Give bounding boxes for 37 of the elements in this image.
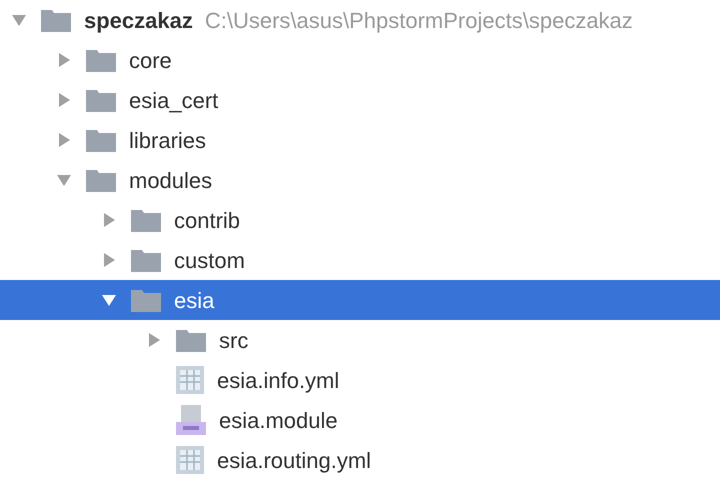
folder-icon <box>85 47 117 73</box>
tree-row[interactable]: esia_cert <box>0 80 720 120</box>
item-name: esia <box>174 286 214 314</box>
tree-row[interactable]: esia.routing.yml <box>0 440 720 480</box>
tree-row[interactable]: modules <box>0 160 720 200</box>
folder-icon <box>40 7 72 33</box>
tree-row[interactable]: libraries <box>0 120 720 160</box>
item-name: src <box>219 326 248 354</box>
item-name: core <box>129 46 172 74</box>
item-name: contrib <box>174 206 240 234</box>
folder-icon <box>130 287 162 313</box>
item-name: esia.module <box>219 406 338 434</box>
php-file-icon <box>175 404 207 436</box>
tree-row[interactable]: src <box>0 320 720 360</box>
folder-icon <box>85 87 117 113</box>
item-name: modules <box>129 166 212 194</box>
item-name: esia.info.yml <box>217 366 340 395</box>
folder-icon <box>85 167 117 193</box>
item-name: esia.routing.yml <box>217 446 372 475</box>
item-name: esia_cert <box>129 86 218 114</box>
folder-icon <box>85 127 117 153</box>
tree-row[interactable]: esia.info.yml <box>0 360 720 400</box>
tree-row[interactable]: esia.module <box>0 400 720 440</box>
folder-icon <box>130 247 162 273</box>
tree-row[interactable]: core <box>0 40 720 80</box>
tree-row[interactable]: custom <box>0 240 720 280</box>
table-file-icon <box>175 445 205 475</box>
item-name: custom <box>174 246 245 274</box>
table-file-icon <box>175 365 205 395</box>
folder-icon <box>130 207 162 233</box>
item-name: libraries <box>129 126 206 154</box>
item-path: C:\Users\asus\PhpstormProjects\speczakaz <box>204 6 633 35</box>
tree-row[interactable]: contrib <box>0 200 720 240</box>
item-name: speczakaz <box>84 6 193 35</box>
folder-icon <box>175 327 207 353</box>
tree-row[interactable]: esia <box>0 280 720 320</box>
tree-row[interactable]: speczakaz C:\Users\asus\PhpstormProjects\speczakaz <box>0 0 720 40</box>
